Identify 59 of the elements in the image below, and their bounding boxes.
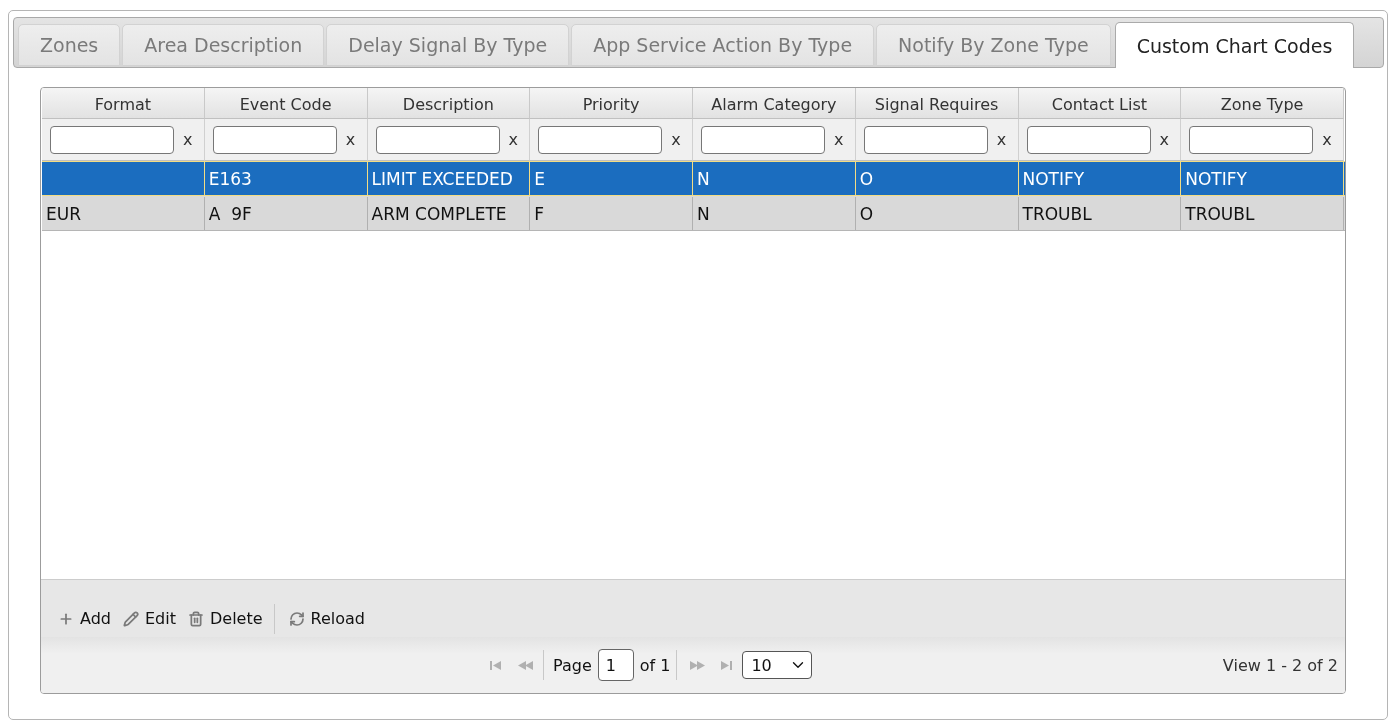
refresh-icon — [288, 610, 305, 627]
column-header[interactable]: Contact List — [1018, 88, 1182, 119]
column-header[interactable]: Event Code — [204, 88, 368, 119]
tab[interactable]: Delay Signal By Type — [326, 24, 570, 66]
table-row[interactable]: EUR A 9F ARM COMPLETE F N O TROUBL TROUBL — [42, 196, 1345, 231]
pencil-icon — [123, 610, 139, 627]
page-field[interactable]: 1 — [597, 649, 634, 681]
tab[interactable]: Area Description — [122, 24, 325, 66]
tab[interactable]: Notify By Zone Type — [876, 24, 1111, 66]
filter-field[interactable] — [863, 125, 988, 154]
table-cell: O — [855, 162, 1019, 195]
table-row[interactable]: E163 LIMIT EXCEEDED E N O NOTIFY NOTIFY — [42, 161, 1345, 196]
table-cell: NOTIFY — [1018, 162, 1182, 195]
delete-action[interactable]: Delete — [186, 607, 264, 630]
filter-field[interactable] — [212, 125, 337, 154]
trash-icon — [187, 610, 204, 627]
record-count: View 1 - 2 of 2 — [1222, 655, 1339, 675]
column-header[interactable]: Priority — [530, 88, 693, 119]
clear-filter-link[interactable]: x — [671, 130, 681, 149]
table-cell: N — [693, 197, 856, 230]
table-cell: E163 — [204, 162, 368, 195]
column-header[interactable]: Description — [367, 88, 531, 119]
column-header[interactable]: Alarm Category — [693, 88, 856, 119]
page-size-select[interactable]: 10 — [742, 651, 813, 679]
filter-field[interactable] — [701, 125, 825, 154]
tab[interactable]: App Service Action By Type — [571, 24, 875, 66]
tab[interactable]: Zones — [18, 24, 121, 66]
table-cell: F — [530, 197, 693, 230]
column-header[interactable]: Format — [42, 88, 205, 119]
table-cell: TROUBL — [1181, 197, 1344, 230]
edit-action[interactable]: Edit — [122, 607, 177, 630]
clear-filter-link[interactable]: x — [834, 130, 844, 149]
clear-filter-link[interactable]: x — [345, 130, 356, 149]
table-cell: EUR — [42, 197, 205, 230]
table-cell: N — [693, 162, 856, 195]
table-cell: NOTIFY — [1181, 162, 1344, 195]
table-cell: A 9F — [204, 197, 368, 230]
table-cell: LIMIT EXCEEDED — [367, 162, 531, 195]
filter-field[interactable] — [1026, 125, 1151, 154]
table-cell: E — [530, 162, 693, 195]
clear-filter-link[interactable]: x — [183, 130, 193, 149]
table-cell: ARM COMPLETE — [367, 197, 531, 230]
page-label: Page — [553, 655, 592, 675]
filter-field[interactable] — [1189, 125, 1314, 154]
table-cell: O — [855, 197, 1019, 230]
clear-filter-link[interactable]: x — [1322, 130, 1332, 149]
column-header[interactable]: Zone Type — [1181, 88, 1344, 119]
tab[interactable]: Custom Chart Codes — [1114, 22, 1355, 68]
table-cell: TROUBL — [1018, 197, 1182, 230]
clear-filter-link[interactable]: x — [508, 130, 518, 149]
add-action[interactable]: Add — [57, 607, 112, 630]
clear-filter-link[interactable]: x — [996, 130, 1007, 149]
filter-field[interactable] — [50, 125, 174, 154]
clear-filter-link[interactable]: x — [1159, 130, 1169, 149]
filter-field[interactable] — [538, 125, 663, 154]
filter-field[interactable] — [375, 125, 500, 154]
page-total: of 1 — [639, 655, 671, 675]
column-header[interactable]: Signal Requires — [855, 88, 1019, 119]
reload-action[interactable]: Reload — [287, 607, 366, 630]
